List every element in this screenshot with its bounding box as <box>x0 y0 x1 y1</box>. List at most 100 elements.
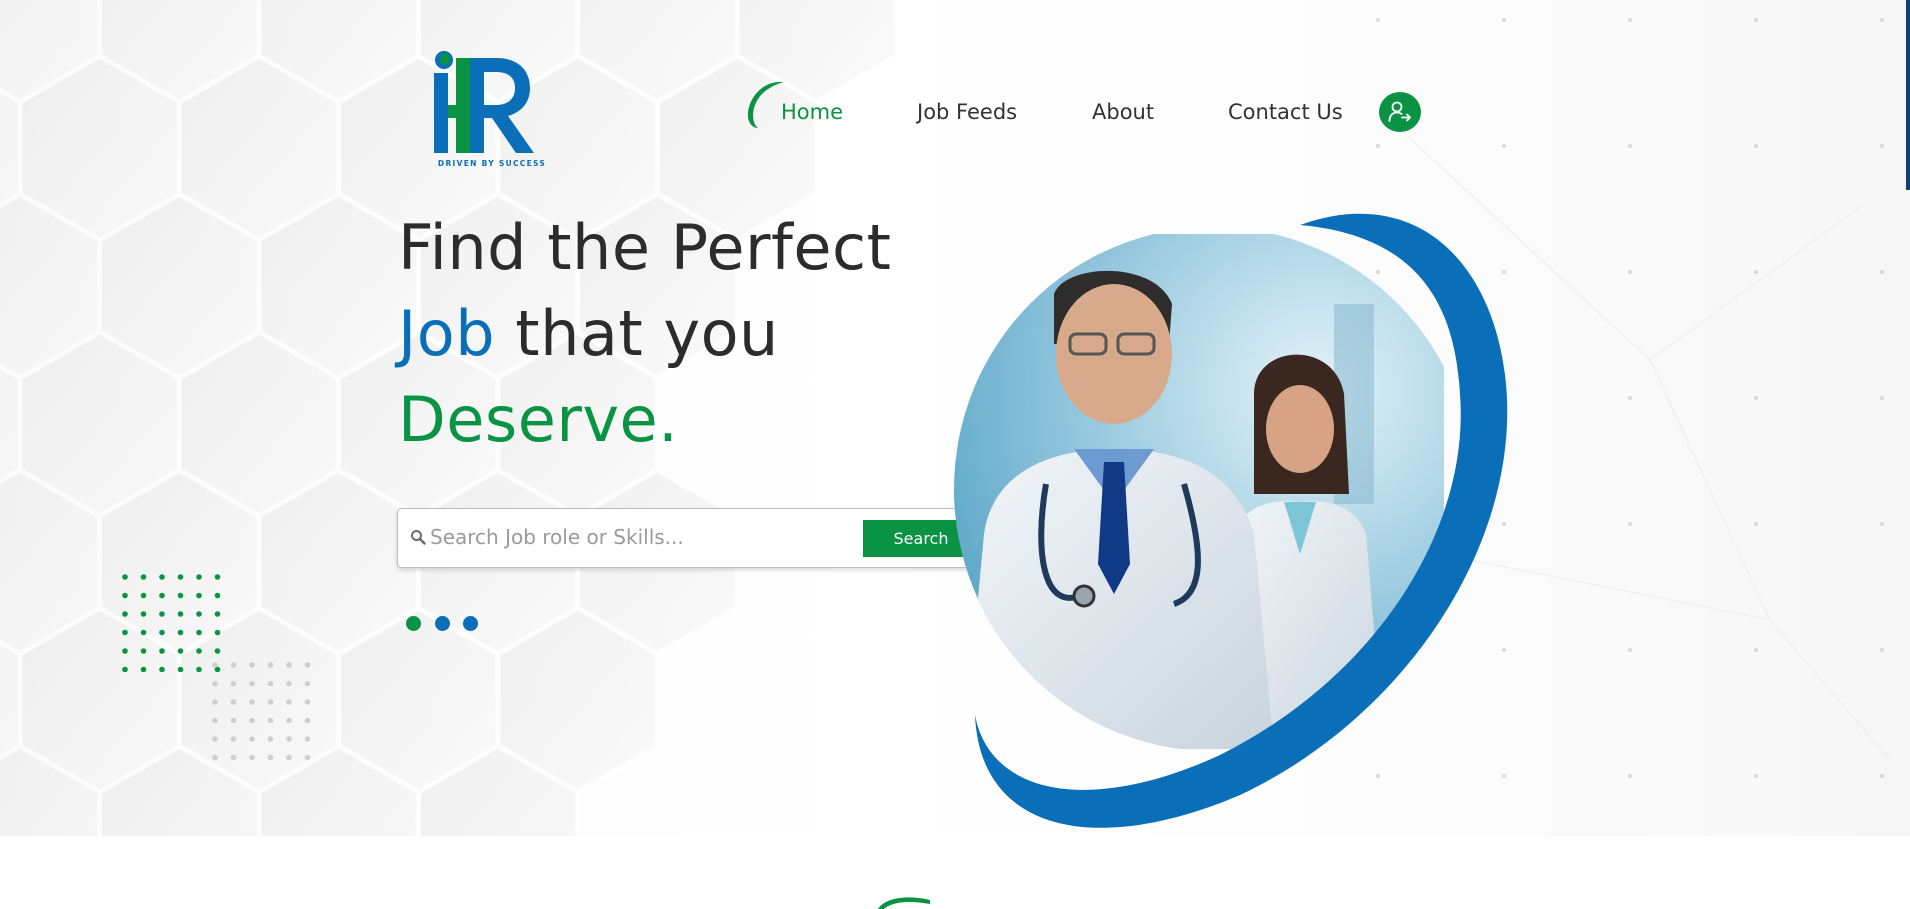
decorative-dot <box>230 699 237 705</box>
network-dot <box>1628 774 1632 778</box>
nav-item-contact-us[interactable]: Contact Us <box>1228 95 1343 129</box>
decorative-dot <box>249 699 255 705</box>
network-dot <box>1628 144 1632 148</box>
network-dot <box>1880 774 1884 778</box>
network-dot <box>1376 18 1380 22</box>
decorative-dot <box>140 666 147 672</box>
decorative-dot <box>140 574 147 580</box>
decorative-dot <box>267 717 274 724</box>
decorative-dot <box>214 611 221 617</box>
network-dot <box>1880 396 1884 400</box>
decorative-dot <box>267 662 274 668</box>
nav-item-job-feeds[interactable]: Job Feeds <box>917 95 1017 129</box>
network-dot <box>1754 522 1758 526</box>
decorative-dot <box>177 611 184 617</box>
decorative-dot <box>286 754 292 761</box>
network-dot <box>1628 522 1632 526</box>
decorative-dot <box>214 648 221 654</box>
decorative-dot <box>304 736 311 742</box>
decorative-dot <box>122 629 128 636</box>
decorative-dot <box>286 717 292 724</box>
decorative-dot <box>304 680 311 687</box>
decorative-dot <box>212 717 218 724</box>
network-dot <box>1502 18 1506 22</box>
decorative-dot <box>159 592 165 599</box>
decorative-dot <box>249 662 255 668</box>
network-dot <box>1628 270 1632 274</box>
network-dot <box>1502 144 1506 148</box>
decorative-dot <box>230 754 237 761</box>
job-search-bar: Search <box>397 508 998 568</box>
network-dot <box>1754 774 1758 778</box>
decorative-dot <box>177 648 184 654</box>
scrollbar-thumb[interactable] <box>1906 0 1910 190</box>
decorative-dot <box>212 680 218 687</box>
hero-section: DRIVEN BY SUCCESS Home Job Feeds About C… <box>0 0 1910 836</box>
network-dot <box>1628 396 1632 400</box>
decorative-dot <box>159 666 165 672</box>
decorative-dot <box>140 592 147 599</box>
decorative-dot <box>122 648 128 654</box>
nav-item-about[interactable]: About <box>1092 95 1154 129</box>
network-dot <box>1880 648 1884 652</box>
logo-tagline: DRIVEN BY SUCCESS <box>437 159 547 168</box>
blue-orbit-swoosh-decoration <box>975 213 1508 828</box>
carousel-dot-2[interactable] <box>435 616 450 631</box>
network-dot <box>1880 522 1884 526</box>
decorative-dot <box>159 611 165 617</box>
headline-line-2: that you <box>495 297 779 370</box>
nav-item-home[interactable]: Home <box>781 95 843 129</box>
network-dot <box>1880 270 1884 274</box>
decorative-dot <box>159 629 165 636</box>
headline-line-3: Deserve. <box>398 383 679 456</box>
decorative-dot <box>286 680 292 687</box>
decorative-dot <box>140 648 147 654</box>
decorative-dot <box>212 699 218 705</box>
network-dot <box>1628 648 1632 652</box>
headline-line-1: Find the Perfect <box>398 211 892 284</box>
decorative-dot <box>177 666 184 672</box>
green-dot-grid-decoration <box>122 574 221 672</box>
decorative-dot <box>159 574 165 580</box>
decorative-dot <box>304 699 311 705</box>
decorative-dot <box>122 611 128 617</box>
decorative-dot <box>214 629 221 636</box>
job-search-input[interactable] <box>430 518 910 556</box>
decorative-dot <box>177 592 184 599</box>
decorative-dot <box>159 648 165 654</box>
decorative-dot <box>122 574 128 580</box>
hero-headline: Find the Perfect Job that you Deserve. <box>398 205 891 463</box>
user-login-button[interactable] <box>1379 92 1421 132</box>
decorative-dot <box>267 754 274 761</box>
decorative-dot <box>196 592 202 599</box>
network-dot <box>1754 648 1758 652</box>
decorative-dot <box>140 629 147 636</box>
decorative-dot <box>267 699 274 705</box>
decorative-dot <box>230 717 237 724</box>
section-swoosh-icon <box>878 897 930 909</box>
decorative-dot <box>177 629 184 636</box>
decorative-dot <box>214 592 221 599</box>
carousel-dot-1[interactable] <box>406 616 421 631</box>
decorative-dot <box>212 662 218 668</box>
network-dot <box>1754 396 1758 400</box>
decorative-dot <box>196 629 202 636</box>
decorative-dot <box>249 717 255 724</box>
network-dot <box>1754 144 1758 148</box>
decorative-dot <box>249 680 255 687</box>
network-dot <box>1628 18 1632 22</box>
network-dot <box>1880 18 1884 22</box>
network-dot <box>1880 144 1884 148</box>
decorative-dot <box>196 611 202 617</box>
network-dot <box>1376 144 1380 148</box>
decorative-dot <box>230 662 237 668</box>
decorative-dot <box>140 611 147 617</box>
decorative-dot <box>249 736 255 742</box>
network-dot <box>1754 270 1758 274</box>
decorative-dot <box>304 754 311 761</box>
decorative-dot <box>196 648 202 654</box>
decorative-dot <box>196 666 202 672</box>
user-login-icon <box>1388 101 1411 122</box>
decorative-dot <box>286 699 292 705</box>
carousel-dot-3[interactable] <box>463 616 478 631</box>
